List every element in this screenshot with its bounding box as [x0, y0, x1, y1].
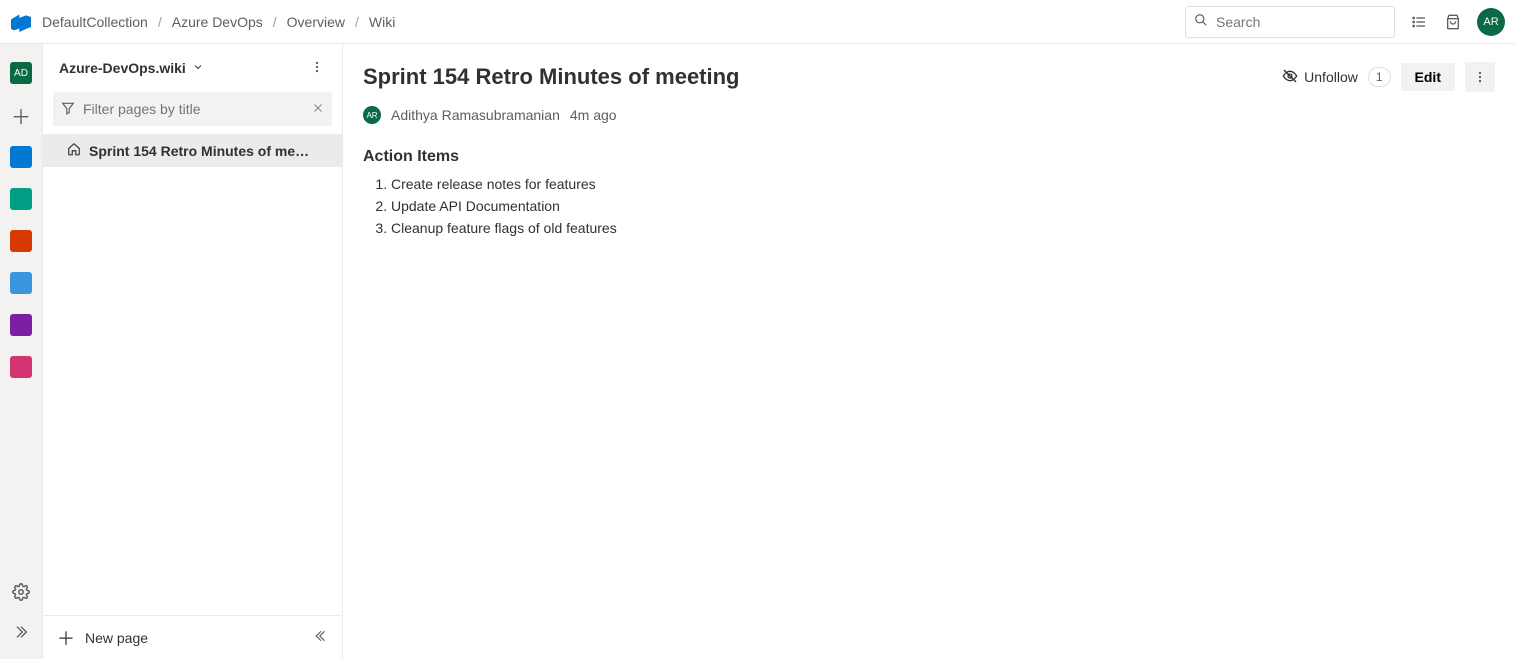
list-item: Update API Documentation: [391, 198, 1495, 214]
user-avatar[interactable]: AR: [1477, 8, 1505, 36]
boards-icon: [10, 188, 32, 210]
page-body: Action Items Create release notes for fe…: [363, 148, 1495, 236]
unfollow-label: Unfollow: [1304, 69, 1358, 85]
main-content: Sprint 154 Retro Minutes of meeting Unfo…: [343, 44, 1515, 659]
artifacts-icon: [10, 356, 32, 378]
filter-icon: [61, 101, 75, 118]
breadcrumb-item[interactable]: Wiki: [369, 14, 395, 30]
breadcrumb-item[interactable]: Overview: [287, 14, 345, 30]
wiki-name: Azure-DevOps.wiki: [59, 60, 186, 76]
section-heading: Action Items: [363, 148, 1495, 166]
chevron-double-right-icon: [13, 624, 29, 640]
breadcrumb: DefaultCollection / Azure DevOps / Overv…: [42, 14, 395, 30]
wiki-more-menu[interactable]: [302, 56, 332, 81]
azure-devops-logo[interactable]: [10, 11, 32, 33]
wiki-tree: Sprint 154 Retro Minutes of me…: [43, 134, 342, 615]
home-icon: [67, 142, 81, 159]
search-input[interactable]: [1216, 14, 1386, 30]
more-vertical-icon: [310, 60, 324, 74]
breadcrumb-item[interactable]: Azure DevOps: [172, 14, 263, 30]
rail-repos[interactable]: [0, 222, 43, 260]
project-icon: AD: [10, 62, 32, 84]
gear-icon: [12, 583, 30, 601]
rail-pipelines[interactable]: [0, 264, 43, 302]
author-avatar: AR: [363, 106, 381, 124]
search-box[interactable]: [1185, 6, 1395, 38]
testplans-icon: [10, 314, 32, 336]
repos-icon: [10, 230, 32, 252]
follow-count-badge: 1: [1368, 67, 1391, 87]
settings-button[interactable]: [0, 575, 43, 609]
author-name: Adithya Ramasubramanian: [391, 107, 560, 123]
wiki-page-label: Sprint 154 Retro Minutes of me…: [89, 143, 309, 159]
search-icon: [1194, 13, 1208, 30]
chevron-down-icon: [192, 60, 204, 76]
rail-testplans[interactable]: [0, 306, 43, 344]
rail-boards[interactable]: [0, 180, 43, 218]
more-vertical-icon: [1473, 70, 1487, 84]
left-rail: AD ＋: [0, 44, 43, 659]
rail-artifacts[interactable]: [0, 348, 43, 386]
list-item: Cleanup feature flags of old features: [391, 220, 1495, 236]
shopping-bag-icon[interactable]: [1443, 12, 1463, 32]
overview-icon: [10, 146, 32, 168]
action-items-list: Create release notes for features Update…: [363, 176, 1495, 236]
new-page-label: New page: [85, 630, 148, 646]
rail-new[interactable]: ＋: [0, 96, 43, 134]
list-icon[interactable]: [1409, 12, 1429, 32]
pipelines-icon: [10, 272, 32, 294]
unfollow-button[interactable]: Unfollow: [1282, 68, 1358, 87]
edit-button[interactable]: Edit: [1401, 63, 1455, 91]
new-page-button[interactable]: ＋ New page: [57, 625, 148, 651]
plus-icon: ＋: [57, 625, 75, 651]
page-timestamp: 4m ago: [570, 107, 617, 123]
page-title: Sprint 154 Retro Minutes of meeting: [363, 64, 740, 90]
plus-icon: ＋: [11, 101, 31, 130]
breadcrumb-item[interactable]: DefaultCollection: [42, 14, 148, 30]
collapse-panel-button[interactable]: [314, 629, 328, 646]
expand-rail-button[interactable]: [0, 615, 43, 649]
chevron-double-left-icon: [314, 629, 328, 643]
page-more-menu[interactable]: [1465, 62, 1495, 92]
filter-box[interactable]: [53, 92, 332, 126]
rail-project[interactable]: AD: [0, 54, 43, 92]
wiki-selector[interactable]: Azure-DevOps.wiki: [59, 60, 204, 76]
wiki-nav-panel: Azure-DevOps.wiki Sprint: [43, 44, 343, 659]
list-item: Create release notes for features: [391, 176, 1495, 192]
filter-clear-button[interactable]: [312, 101, 324, 117]
eye-icon: [1282, 68, 1298, 87]
wiki-page-item[interactable]: Sprint 154 Retro Minutes of me…: [43, 134, 342, 167]
close-icon: [312, 102, 324, 114]
rail-overview[interactable]: [0, 138, 43, 176]
filter-input[interactable]: [83, 101, 304, 117]
